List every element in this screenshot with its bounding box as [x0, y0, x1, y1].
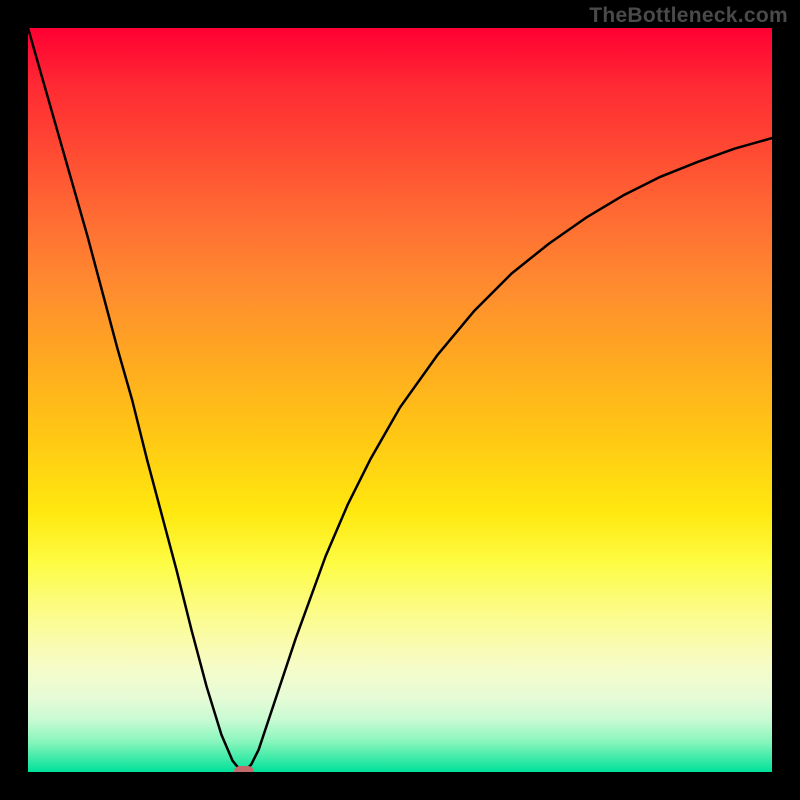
watermark-text: TheBottleneck.com [589, 4, 788, 28]
chart-plot-area [28, 28, 772, 772]
chart-curve-svg [28, 28, 772, 772]
sweet-spot-marker [234, 766, 254, 772]
bottleneck-curve-line [28, 28, 772, 772]
